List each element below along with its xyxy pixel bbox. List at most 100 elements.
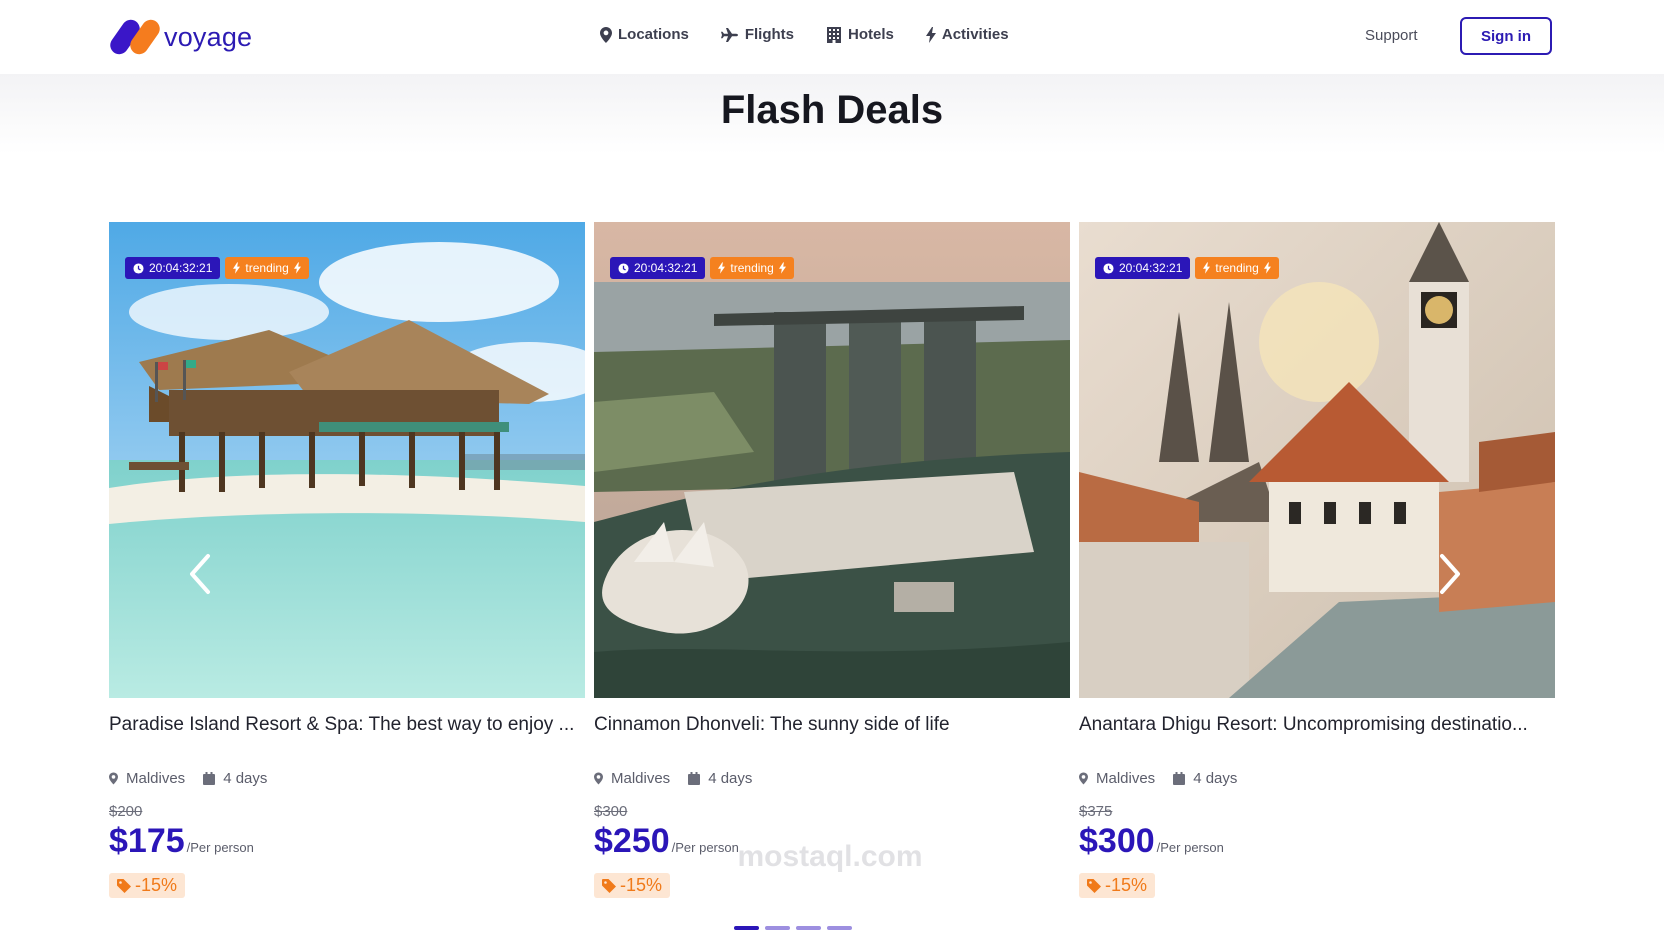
deal-card[interactable]: 20:04:32:21 trending Anantara Dhigu Reso… xyxy=(1079,222,1555,898)
deal-card[interactable]: 20:04:32:21 trending Paradise Island Res… xyxy=(109,222,585,898)
deal-image: 20:04:32:21 trending xyxy=(594,222,1070,698)
deal-title[interactable]: Paradise Island Resort & Spa: The best w… xyxy=(109,714,585,736)
bolt-icon xyxy=(778,262,786,274)
bolt-icon xyxy=(1203,262,1211,274)
carousel-dot[interactable] xyxy=(827,926,852,930)
old-price: $200 xyxy=(109,803,143,820)
nav-item-activities[interactable]: Activities xyxy=(925,26,1009,43)
deal-duration: 4 days xyxy=(223,770,268,787)
trending-text: trending xyxy=(1215,261,1259,275)
bolt-icon xyxy=(233,262,241,274)
deal-card[interactable]: 20:04:32:21 trending Cinnamon Dhonveli: … xyxy=(594,222,1070,898)
discount-badge: -15% xyxy=(1079,873,1156,898)
discount-badge: -15% xyxy=(109,873,186,898)
per-person-label: /Per person xyxy=(671,840,739,855)
clock-icon xyxy=(133,262,144,274)
deal-title[interactable]: Anantara Dhigu Resort: Uncompromising de… xyxy=(1079,714,1555,736)
location-pin-icon xyxy=(600,26,612,43)
trending-badge: trending xyxy=(710,257,794,279)
carousel-prev-button[interactable] xyxy=(182,552,222,596)
old-price: $375 xyxy=(1079,803,1113,820)
carousel-dot[interactable] xyxy=(765,926,790,930)
deal-image: 20:04:32:21 trending xyxy=(109,222,585,698)
card-badges: 20:04:32:21 trending xyxy=(1095,257,1279,279)
tag-icon xyxy=(1087,878,1101,893)
deal-image: 20:04:32:21 trending xyxy=(1079,222,1555,698)
chevron-left-icon xyxy=(190,554,210,594)
top-navbar: voyage Locations Flights Hotels Activiti… xyxy=(0,0,1664,74)
deal-title[interactable]: Cinnamon Dhonveli: The sunny side of lif… xyxy=(594,714,1070,736)
tag-icon xyxy=(117,878,131,893)
timer-text: 20:04:32:21 xyxy=(149,261,213,275)
timer-badge: 20:04:32:21 xyxy=(125,257,221,279)
building-icon xyxy=(827,26,842,43)
nav-item-flights[interactable]: Flights xyxy=(720,26,795,43)
nav-item-hotels[interactable]: Hotels xyxy=(826,26,894,43)
price-row: $300 /Per person xyxy=(1079,822,1555,861)
deal-duration: 4 days xyxy=(1193,770,1238,787)
logo-mark-icon xyxy=(106,16,164,58)
section-title: Flash Deals xyxy=(720,88,944,132)
location-pin-icon xyxy=(594,772,603,785)
deal-location: Maldives xyxy=(1096,770,1156,787)
clock-icon xyxy=(1103,262,1114,274)
trending-text: trending xyxy=(730,261,774,275)
plane-icon xyxy=(720,27,738,42)
deal-photo-beach-hut xyxy=(109,222,585,698)
sign-in-button[interactable]: Sign in xyxy=(1460,17,1552,55)
carousel-dot[interactable] xyxy=(734,926,759,930)
deal-price: $300 xyxy=(1079,822,1155,860)
bolt-icon xyxy=(925,26,936,43)
brand-name: voyage xyxy=(164,21,253,52)
old-price: $300 xyxy=(594,803,628,820)
deal-meta: Maldives 4 days xyxy=(1079,770,1555,787)
deal-price: $250 xyxy=(594,822,670,860)
deal-price: $175 xyxy=(109,822,185,860)
deal-location: Maldives xyxy=(611,770,671,787)
nav-label: Flights xyxy=(744,26,795,43)
timer-badge: 20:04:32:21 xyxy=(1095,257,1191,279)
price-row: $175 /Per person xyxy=(109,822,585,861)
deal-location: Maldives xyxy=(126,770,186,787)
card-badges: 20:04:32:21 trending xyxy=(610,257,794,279)
nav-label: Locations xyxy=(618,26,689,43)
deal-duration: 4 days xyxy=(708,770,753,787)
tag-icon xyxy=(602,878,616,893)
bolt-icon xyxy=(293,262,301,274)
watermark: mostaql.com xyxy=(737,840,923,873)
chevron-right-icon xyxy=(1440,554,1460,594)
trending-badge: trending xyxy=(1195,257,1279,279)
location-pin-icon xyxy=(1079,772,1088,785)
deal-meta: Maldives 4 days xyxy=(109,770,585,787)
carousel-pagination xyxy=(734,926,852,930)
discount-text: -15% xyxy=(1105,875,1148,895)
discount-text: -15% xyxy=(620,875,663,895)
carousel-dot[interactable] xyxy=(796,926,821,930)
deal-meta: Maldives 4 days xyxy=(594,770,1070,787)
carousel-next-button[interactable] xyxy=(1428,552,1468,596)
per-person-label: /Per person xyxy=(1156,840,1224,855)
deal-photo-marina-bay xyxy=(594,222,1070,698)
per-person-label: /Per person xyxy=(186,840,254,855)
bolt-icon xyxy=(718,262,726,274)
trending-text: trending xyxy=(245,261,289,275)
brand-logo[interactable]: voyage xyxy=(106,16,253,58)
location-pin-icon xyxy=(109,772,118,785)
bolt-icon xyxy=(1263,262,1271,274)
support-link[interactable]: Support xyxy=(1365,27,1418,44)
calendar-icon xyxy=(203,772,216,785)
card-badges: 20:04:32:21 trending xyxy=(125,257,309,279)
discount-text: -15% xyxy=(135,875,178,895)
timer-text: 20:04:32:21 xyxy=(1119,261,1183,275)
calendar-icon xyxy=(1173,772,1186,785)
discount-badge: -15% xyxy=(594,873,671,898)
calendar-icon xyxy=(688,772,701,785)
clock-icon xyxy=(618,262,629,274)
nav-label: Activities xyxy=(941,26,1009,43)
nav-item-locations[interactable]: Locations xyxy=(600,26,689,43)
main-nav: Locations Flights Hotels Activities xyxy=(600,26,1009,43)
timer-badge: 20:04:32:21 xyxy=(610,257,706,279)
nav-label: Hotels xyxy=(848,26,894,43)
timer-text: 20:04:32:21 xyxy=(634,261,698,275)
trending-badge: trending xyxy=(225,257,309,279)
